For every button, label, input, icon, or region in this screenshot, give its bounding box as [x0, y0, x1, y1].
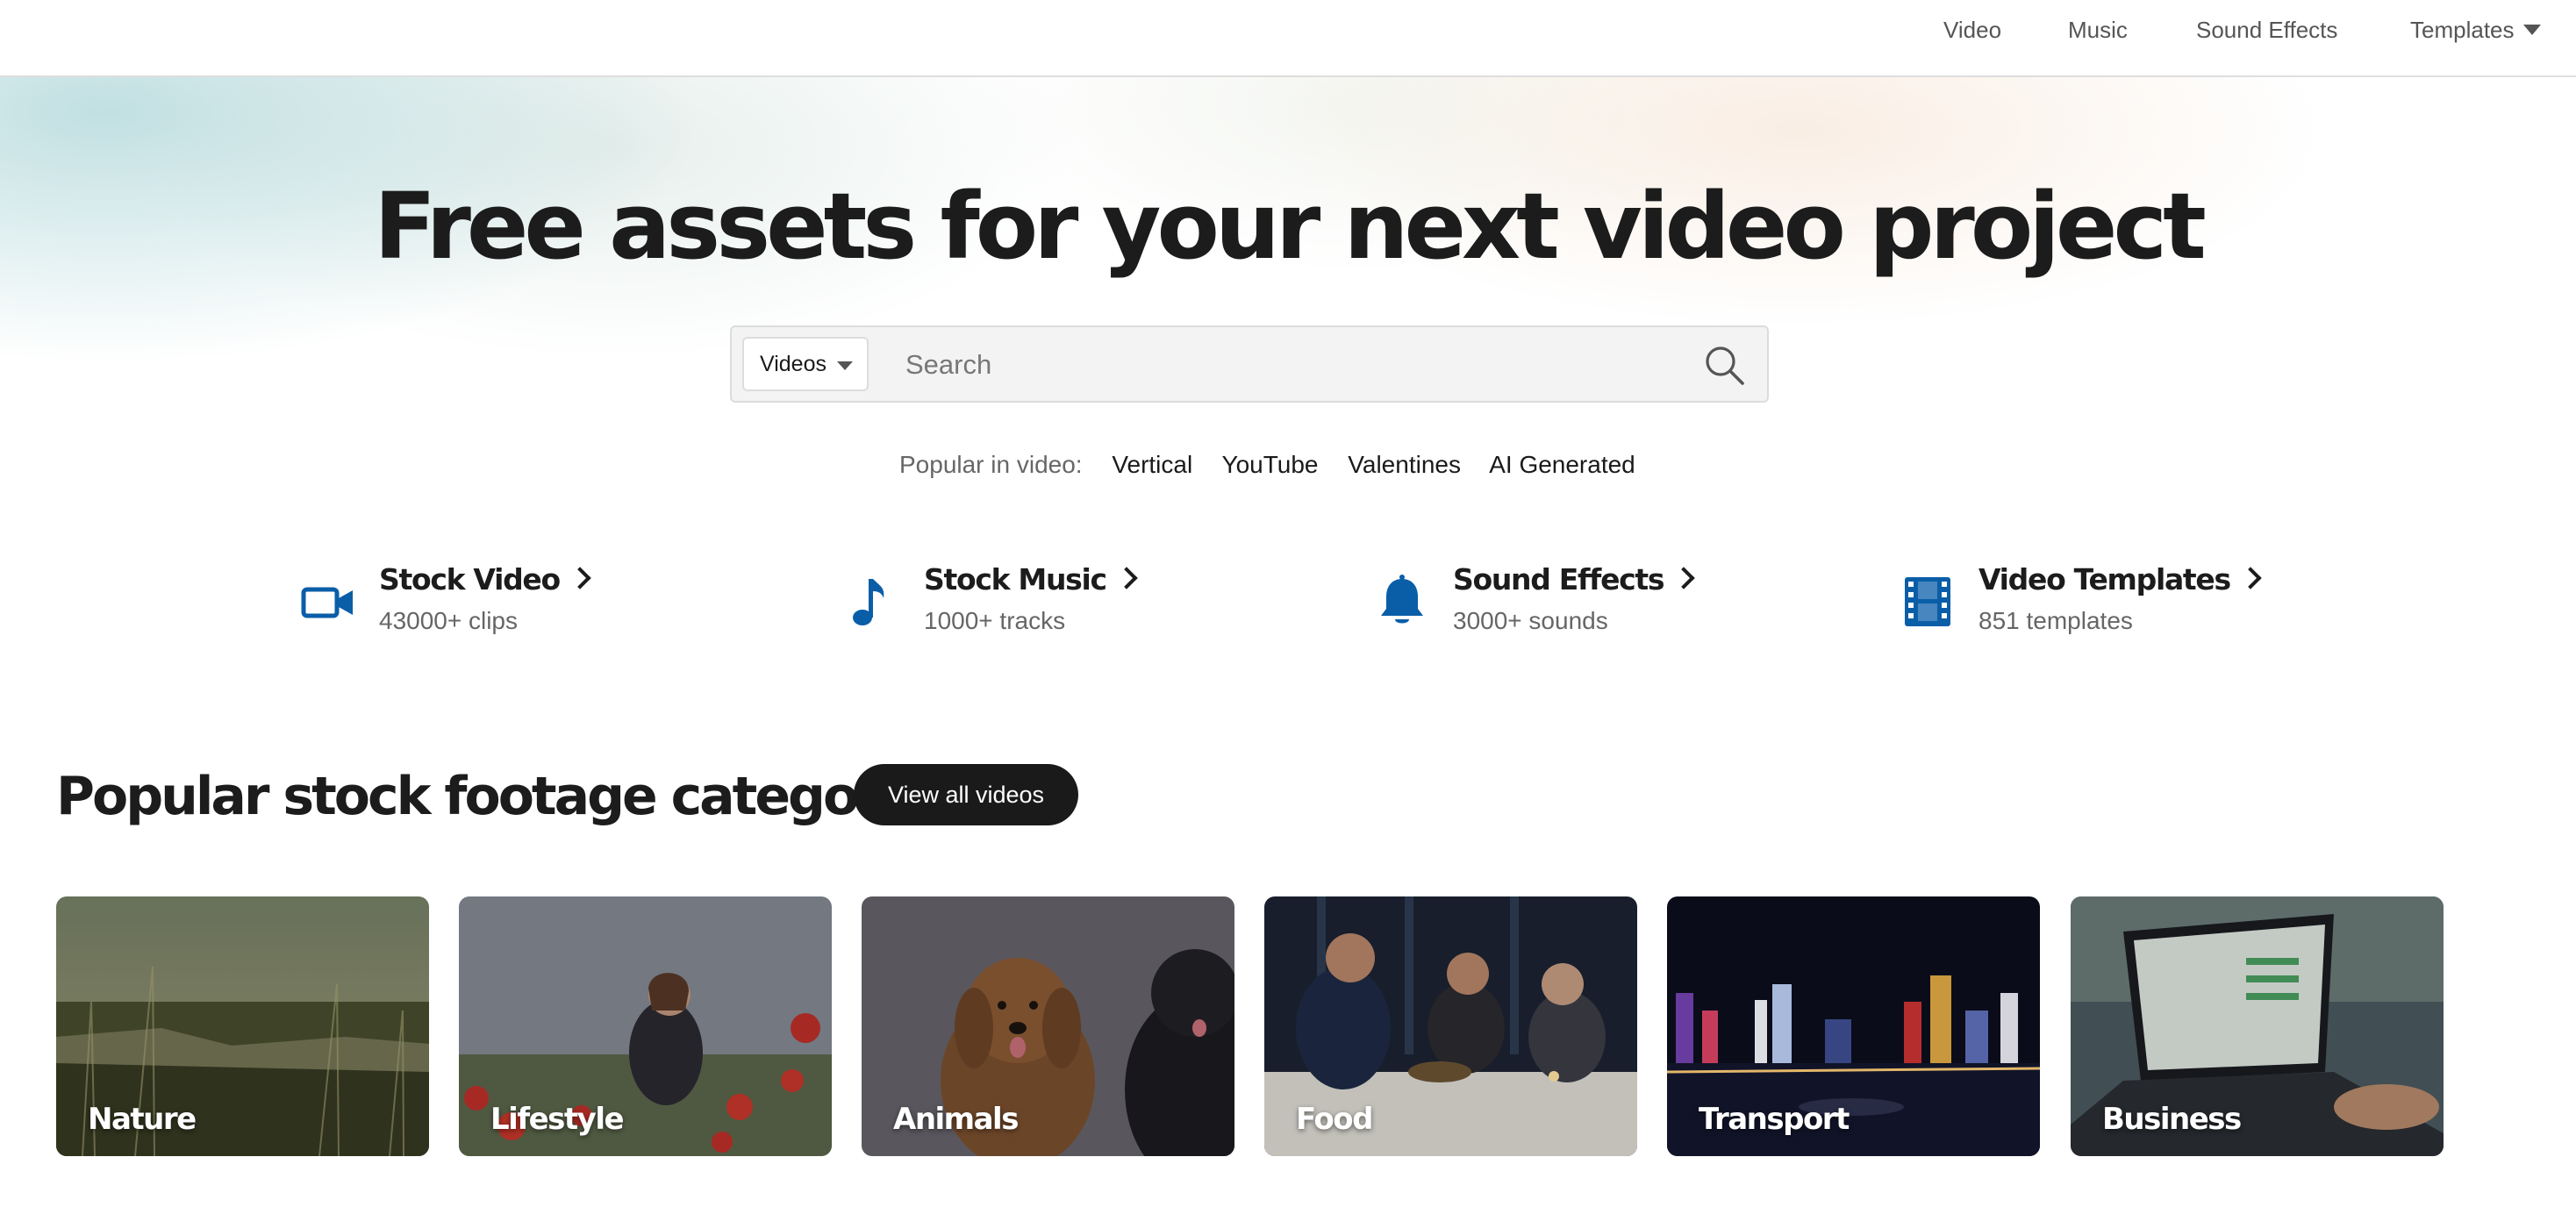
popular-link-valentines[interactable]: Valentines [1348, 451, 1461, 478]
nav-music[interactable]: Music [2068, 14, 2128, 46]
search-icon[interactable] [1702, 343, 1748, 389]
popular-link-vertical[interactable]: Vertical [1112, 451, 1192, 478]
category-title-text: Stock Video [379, 562, 561, 596]
footage-tile-animals[interactable]: Animals [862, 896, 1234, 1156]
bell-icon [1381, 575, 1423, 624]
page: Video Music Sound Effects Templates Free… [0, 0, 2576, 1207]
footage-tile-lifestyle[interactable]: Lifestyle [459, 896, 832, 1156]
category-count: 1000+ tracks [924, 607, 1066, 634]
category-title: Video Templates [1979, 561, 2262, 598]
footage-tile-nature[interactable]: Nature [56, 896, 429, 1156]
category-count: 43000+ clips [379, 607, 519, 634]
chevron-right-icon [2239, 567, 2262, 589]
search-input[interactable] [904, 339, 1539, 390]
category-title-text: Sound Effects [1453, 562, 1665, 596]
chevron-right-icon [569, 567, 591, 589]
section-title: Popular stock footage categories [56, 766, 960, 827]
category-title-text: Stock Music [924, 562, 1107, 596]
popular-label: Popular in video: [899, 451, 1083, 478]
chevron-right-icon [1672, 567, 1695, 589]
category-count: 3000+ sounds [1453, 607, 1608, 634]
hero-title: Free assets for your next video project [374, 173, 2207, 280]
category-title: Stock Music [924, 561, 1138, 598]
nav-templates-dropdown[interactable]: Templates [2410, 14, 2541, 46]
footage-tile-transport[interactable]: Transport [1667, 896, 2040, 1156]
footage-tile-food[interactable]: Food [1264, 896, 1637, 1156]
view-all-videos-button[interactable]: View all videos [854, 764, 1078, 825]
video-camera-icon [301, 587, 353, 618]
nav-templates-label: Templates [2410, 17, 2515, 43]
caret-down-icon [837, 361, 853, 370]
film-strip-icon [1905, 577, 1950, 626]
caret-down-icon [2522, 25, 2541, 36]
music-note-icon [853, 579, 884, 625]
tile-label: Transport [1699, 1102, 1850, 1137]
search-type-dropdown[interactable]: Videos [742, 337, 869, 391]
tile-label: Animals [893, 1102, 1019, 1137]
tile-label: Lifestyle [490, 1102, 625, 1137]
popular-link-youtube[interactable]: YouTube [1221, 451, 1318, 478]
search-bar: Videos [730, 325, 1769, 403]
popular-searches: Popular in video: Vertical YouTube Valen… [899, 449, 1658, 481]
nav-sound-effects[interactable]: Sound Effects [2196, 14, 2337, 46]
category-count: 851 templates [1979, 607, 2133, 634]
search-type-label: Videos [760, 352, 826, 376]
popular-link-ai-generated[interactable]: AI Generated [1489, 451, 1635, 478]
tile-label: Food [1296, 1102, 1373, 1137]
chevron-right-icon [1115, 567, 1138, 589]
footage-tile-business[interactable]: Business [2071, 896, 2444, 1156]
category-title-text: Video Templates [1979, 562, 2231, 596]
tile-label: Business [2102, 1102, 2242, 1137]
category-title: Stock Video [379, 561, 591, 598]
top-nav: Video Music Sound Effects Templates [0, 0, 2576, 77]
tile-label: Nature [88, 1102, 197, 1137]
nav-video[interactable]: Video [1943, 14, 2001, 46]
category-title: Sound Effects [1453, 561, 1695, 598]
